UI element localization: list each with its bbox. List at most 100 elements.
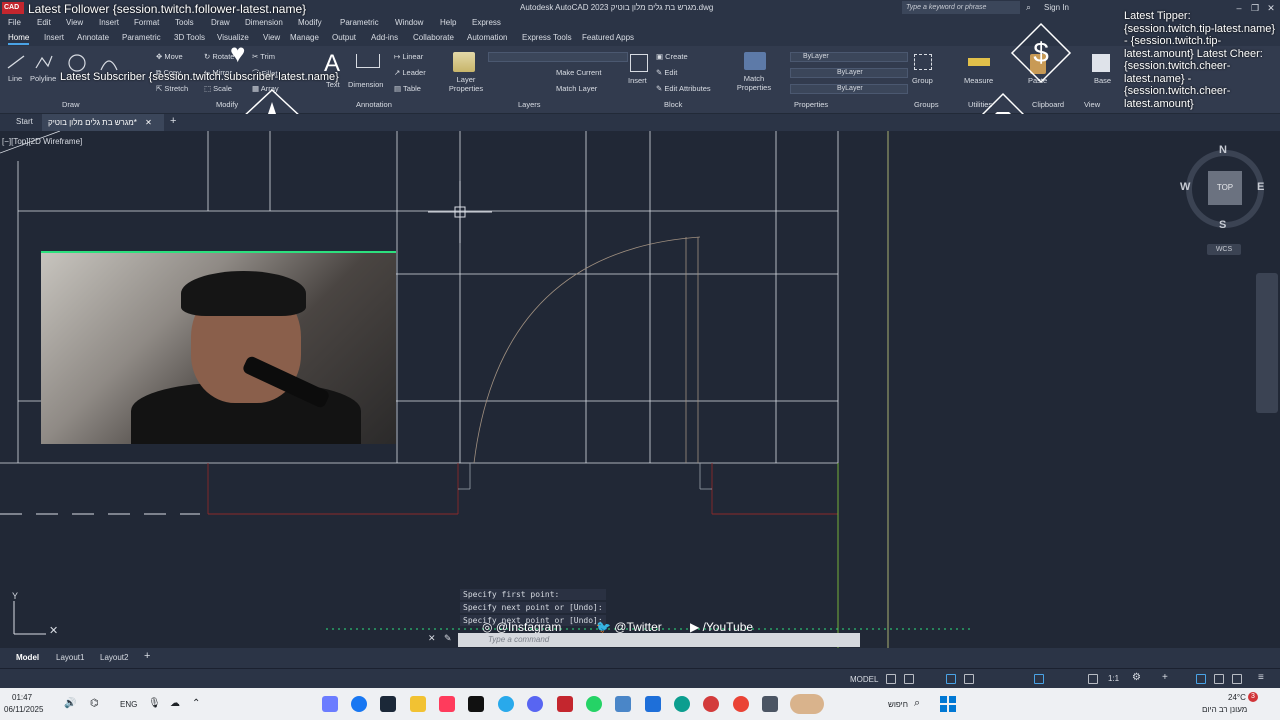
widgets-icon[interactable] xyxy=(790,694,824,714)
tab-add-ins[interactable]: Add-ins xyxy=(371,33,398,42)
match-properties-icon[interactable] xyxy=(744,52,766,70)
autocad-taskbar-icon[interactable] xyxy=(557,696,573,712)
table-button[interactable]: ▤ Table xyxy=(394,84,421,93)
match-properties-button[interactable]: Match Properties xyxy=(734,74,774,92)
move-button[interactable]: ✥ Move xyxy=(156,52,183,61)
menu-edit[interactable]: Edit xyxy=(37,18,51,27)
group-icon[interactable] xyxy=(914,54,932,70)
clock-time[interactable]: 01:47 xyxy=(12,693,32,702)
command-input[interactable]: Type a command xyxy=(458,633,860,647)
view-group-label[interactable]: View xyxy=(1084,100,1100,109)
ortho-icon[interactable] xyxy=(946,674,956,684)
help-search-input[interactable]: Type a keyword or phrase xyxy=(902,1,1020,14)
app-icon-7[interactable] xyxy=(498,696,514,712)
edge-icon[interactable] xyxy=(674,696,690,712)
isolate-objects-icon[interactable] xyxy=(1196,674,1206,684)
tab-express-tools[interactable]: Express Tools xyxy=(522,33,572,42)
steam-icon[interactable] xyxy=(380,696,396,712)
tab-insert[interactable]: Insert xyxy=(44,33,64,42)
menu-window[interactable]: Window xyxy=(395,18,423,27)
tab-3d-tools[interactable]: 3D Tools xyxy=(174,33,205,42)
linetype-dropdown[interactable]: ByLayer xyxy=(790,68,908,78)
annotation-visibility-icon[interactable] xyxy=(1088,674,1098,684)
color-dropdown[interactable]: ByLayer xyxy=(790,52,908,62)
tab-automation[interactable]: Automation xyxy=(467,33,507,42)
dimension-icon[interactable] xyxy=(356,54,380,68)
autocad-logo-icon[interactable]: CAD xyxy=(2,2,24,14)
make-current-button[interactable]: Make Current xyxy=(556,68,601,77)
measure-button[interactable]: Measure xyxy=(964,76,993,85)
chevron-up-icon[interactable]: ⌃ xyxy=(192,698,200,709)
calculator-icon[interactable] xyxy=(615,696,631,712)
annotation-scale[interactable]: 1:1 xyxy=(1108,674,1119,683)
menu-insert[interactable]: Insert xyxy=(99,18,119,27)
line-icon[interactable] xyxy=(6,54,26,70)
add-layout-button[interactable]: + xyxy=(144,650,150,662)
polyline-button[interactable]: Polyline xyxy=(30,74,56,83)
tab-layout2[interactable]: Layout2 xyxy=(100,653,128,662)
discord-icon[interactable] xyxy=(527,696,543,712)
tab-output[interactable]: Output xyxy=(332,33,356,42)
sign-in-button[interactable]: Sign In xyxy=(1044,3,1069,12)
tab-active-drawing[interactable]: מגרש בת גלים מלון בוטיק* ✕ xyxy=(42,114,164,131)
viewcube-top-face[interactable]: TOP xyxy=(1208,171,1242,205)
modify-group-label[interactable]: Modify xyxy=(216,100,238,109)
base-button[interactable]: Base xyxy=(1094,76,1111,85)
customization-menu-icon[interactable]: ≡ xyxy=(1258,672,1264,683)
hardware-acceleration-icon[interactable] xyxy=(1214,674,1224,684)
scale-button[interactable]: ⬚ Scale xyxy=(204,84,232,93)
start-button-icon[interactable] xyxy=(940,696,956,712)
tab-annotate[interactable]: Annotate xyxy=(77,33,109,42)
microphone-icon[interactable]: 🎙 xyxy=(148,698,161,709)
tab-view[interactable]: View xyxy=(263,33,280,42)
base-view-icon[interactable] xyxy=(1092,54,1110,72)
menu-parametric[interactable]: Parametric xyxy=(340,18,379,27)
menu-express[interactable]: Express xyxy=(472,18,501,27)
chrome-icon[interactable] xyxy=(733,696,749,712)
compass-east[interactable]: E xyxy=(1257,181,1264,193)
menu-help[interactable]: Help xyxy=(440,18,456,27)
tab-parametric[interactable]: Parametric xyxy=(122,33,161,42)
menu-modify[interactable]: Modify xyxy=(298,18,322,27)
linear-button[interactable]: ↦ Linear xyxy=(394,52,423,61)
polar-icon[interactable] xyxy=(964,674,974,684)
trim-button[interactable]: ✂ Trim xyxy=(252,52,275,61)
group-button[interactable]: Group xyxy=(912,76,933,85)
insert-block-icon[interactable] xyxy=(630,54,648,72)
facebook-icon[interactable] xyxy=(351,696,367,712)
compass-south[interactable]: S xyxy=(1219,219,1226,231)
edit-attributes-button[interactable]: ✎ Edit Attributes xyxy=(656,84,711,93)
layer-properties-button[interactable]: Layer Properties xyxy=(446,75,486,93)
selection-cycling-icon[interactable] xyxy=(1034,674,1044,684)
tab-model[interactable]: Model xyxy=(16,653,39,662)
tab-collaborate[interactable]: Collaborate xyxy=(413,33,454,42)
input-language[interactable]: ENG xyxy=(120,700,137,709)
weather-description[interactable]: מעונן רב היום xyxy=(1202,705,1247,714)
polyline-icon[interactable] xyxy=(34,54,54,70)
close-tab-icon[interactable]: ✕ xyxy=(145,118,152,127)
measure-icon[interactable] xyxy=(968,58,990,66)
app-icon-14[interactable] xyxy=(703,696,719,712)
grid-icon[interactable] xyxy=(886,674,896,684)
tab-featured-apps[interactable]: Featured Apps xyxy=(582,33,634,42)
menu-draw[interactable]: Draw xyxy=(211,18,230,27)
groups-group-label[interactable]: Groups xyxy=(914,100,939,109)
file-explorer-icon[interactable] xyxy=(410,696,426,712)
plus-icon[interactable]: + xyxy=(1162,672,1168,683)
edit-block-button[interactable]: ✎ Edit xyxy=(656,68,677,77)
navigation-bar[interactable] xyxy=(1256,273,1278,413)
cloud-icon[interactable]: ☁ xyxy=(170,698,180,709)
dimension-button[interactable]: Dimension xyxy=(348,80,383,89)
app-icon-1[interactable] xyxy=(322,696,338,712)
gear-icon[interactable]: ⚙ xyxy=(1132,672,1141,683)
search-icon[interactable]: ⌕ xyxy=(1026,2,1031,13)
app-icon-5[interactable] xyxy=(439,696,455,712)
taskbar-search[interactable]: חיפוש xyxy=(888,700,908,709)
snap-icon[interactable] xyxy=(904,674,914,684)
block-group-label[interactable]: Block xyxy=(664,100,682,109)
tiktok-icon[interactable] xyxy=(468,696,484,712)
add-tab-button[interactable]: + xyxy=(170,115,176,127)
leader-button[interactable]: ↗ Leader xyxy=(394,68,426,77)
stretch-button[interactable]: ⇱ Stretch xyxy=(156,84,188,93)
task-view-icon[interactable] xyxy=(762,696,778,712)
